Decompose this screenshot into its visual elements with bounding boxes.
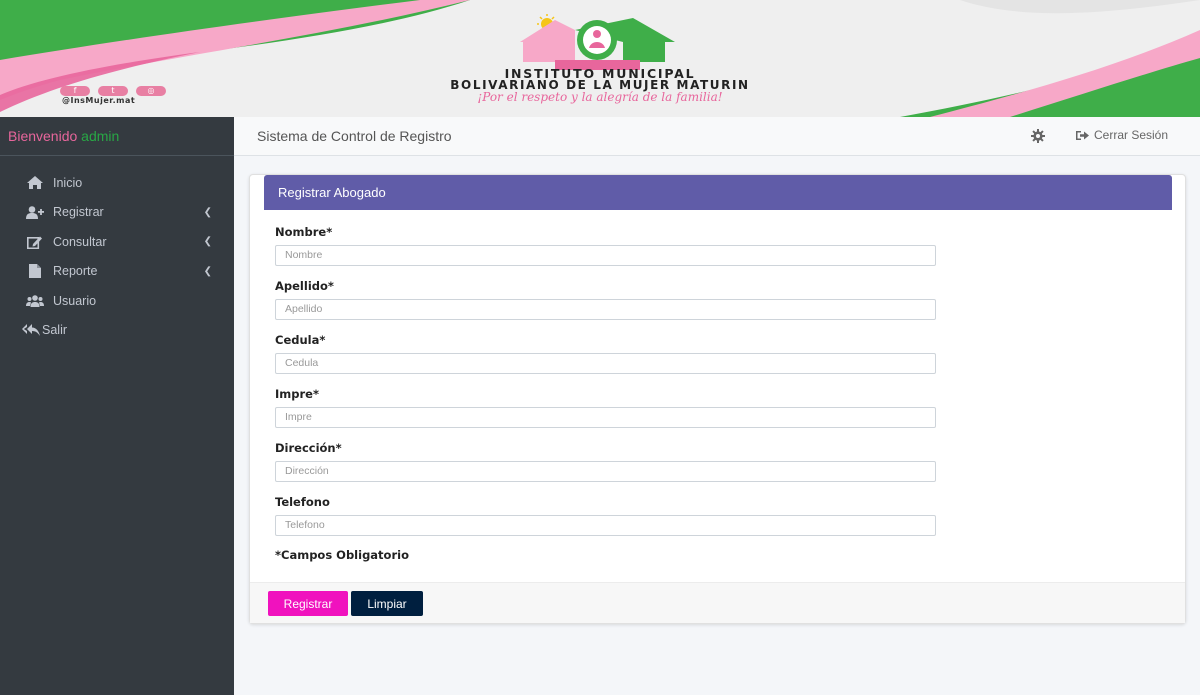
- required-fields-note: *Campos Obligatorio: [275, 548, 409, 562]
- nombre-input[interactable]: Nombre: [275, 245, 936, 266]
- header-banner: f t ◎ @InsMujer.mat INSTITUTO MUNICIPAL …: [0, 0, 1200, 117]
- system-title: Sistema de Control de Registro: [257, 128, 452, 144]
- sidebar-item-consultar[interactable]: Consultar ❮: [0, 227, 234, 257]
- sidebar-item-reporte[interactable]: Reporte ❮: [0, 257, 234, 287]
- register-lawyer-card: Registrar Abogado Nombre* Nombre Apellid…: [249, 174, 1186, 624]
- sidebar-item-label: Salir: [42, 323, 68, 338]
- cedula-label: Cedula*: [275, 333, 326, 347]
- telefono-label: Telefono: [275, 495, 330, 509]
- institution-slogan: ¡Por el respeto y la alegría de la famil…: [477, 90, 723, 104]
- direccion-input[interactable]: Dirección: [275, 461, 936, 482]
- chevron-left-icon: ❮: [203, 236, 212, 248]
- logout-link[interactable]: Cerrar Sesión: [1076, 128, 1168, 142]
- reply-all-icon: [22, 323, 40, 337]
- sidebar-item-label: Consultar: [53, 234, 107, 249]
- chevron-left-icon: ❮: [203, 206, 212, 218]
- telefono-input[interactable]: Telefono: [275, 515, 936, 536]
- chevron-left-icon: ❮: [203, 265, 212, 277]
- imbmm-logo: [520, 14, 675, 70]
- impre-label: Impre*: [275, 387, 319, 401]
- welcome-text: Bienvenido admin: [0, 117, 234, 156]
- sidebar-nav: Inicio Registrar ❮ Consultar ❮ Reporte ❮: [0, 156, 234, 345]
- sidebar-item-label: Inicio: [53, 175, 83, 190]
- top-navbar: Sistema de Control de Registro Cerrar Se…: [234, 117, 1200, 156]
- sidebar-item-inicio[interactable]: Inicio: [0, 168, 234, 198]
- sign-out-icon: [1076, 130, 1089, 140]
- cedula-input[interactable]: Cedula: [275, 353, 936, 374]
- apellido-label: Apellido*: [275, 279, 334, 293]
- current-user: admin: [81, 128, 120, 144]
- nombre-label: Nombre*: [275, 225, 333, 239]
- sidebar-item-label: Usuario: [53, 293, 97, 308]
- sidebar-item-usuario[interactable]: Usuario: [0, 286, 234, 316]
- sidebar-item-label: Registrar: [53, 205, 104, 220]
- sidebar-item-label: Reporte: [53, 264, 98, 279]
- logout-label: Cerrar Sesión: [1094, 128, 1169, 142]
- user-plus-icon: [26, 205, 44, 219]
- sidebar: Bienvenido admin Inicio Registrar ❮ Cons…: [0, 117, 234, 695]
- direccion-label: Dirección*: [275, 441, 342, 455]
- apellido-input[interactable]: Apellido: [275, 299, 936, 320]
- impre-input[interactable]: Impre: [275, 407, 936, 428]
- welcome-label: Bienvenido: [8, 128, 78, 144]
- sidebar-item-registrar[interactable]: Registrar ❮: [0, 198, 234, 228]
- gear-icon[interactable]: [1031, 129, 1045, 143]
- home-icon: [26, 176, 44, 190]
- sidebar-item-salir[interactable]: Salir: [0, 316, 234, 346]
- file-icon: [26, 264, 44, 279]
- register-button[interactable]: Registrar: [268, 591, 348, 616]
- users-icon: [26, 294, 44, 308]
- edit-icon: [26, 235, 44, 249]
- card-title: Registrar Abogado: [264, 175, 1172, 210]
- clear-button[interactable]: Limpiar: [351, 591, 423, 616]
